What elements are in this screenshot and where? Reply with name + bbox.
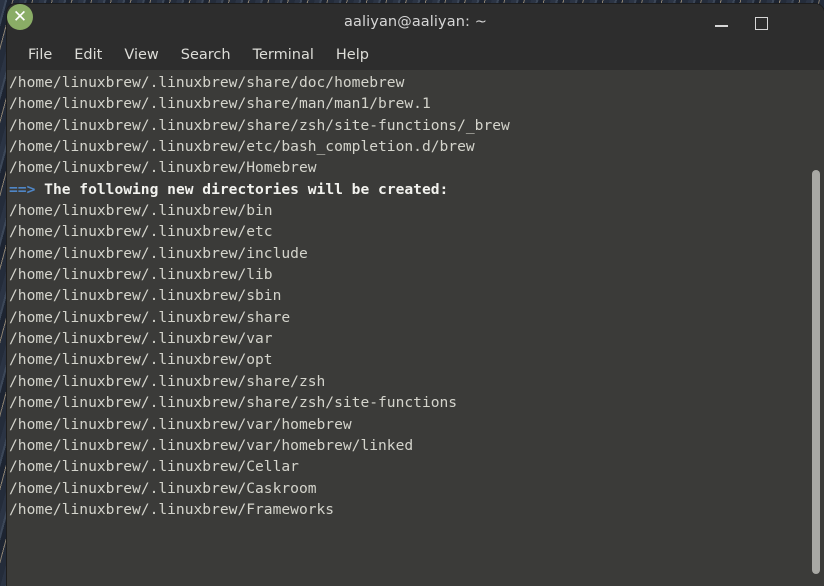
arrow-marker-icon: ==>: [9, 180, 45, 198]
terminal-line: /home/linuxbrew/.linuxbrew/sbin: [9, 287, 282, 305]
menu-item-file[interactable]: File: [17, 45, 63, 65]
terminal-line: /home/linuxbrew/.linuxbrew/Homebrew: [9, 159, 317, 177]
terminal-line: /home/linuxbrew/.linuxbrew/include: [9, 244, 308, 262]
terminal-line: /home/linuxbrew/.linuxbrew/share/zsh/sit…: [9, 116, 510, 134]
menu-item-search[interactable]: Search: [170, 45, 242, 65]
terminal-line: /home/linuxbrew/.linuxbrew/share/zsh: [9, 372, 326, 390]
terminal-line: /home/linuxbrew/.linuxbrew/share: [9, 308, 291, 326]
minimize-button[interactable]: [712, 13, 732, 33]
terminal-line: /home/linuxbrew/.linuxbrew/var/homebrew: [9, 415, 352, 433]
terminal-line: /home/linuxbrew/.linuxbrew/Cellar: [9, 458, 299, 476]
scrollbar-thumb[interactable]: [812, 170, 820, 574]
terminal-line: /home/linuxbrew/.linuxbrew/Frameworks: [9, 500, 335, 518]
terminal-line: /home/linuxbrew/.linuxbrew/var/homebrew/…: [9, 436, 414, 454]
menu-item-view[interactable]: View: [113, 45, 169, 65]
terminal-window: aaliyan@aaliyan: ~ ✕ File Edit View Sear…: [7, 4, 824, 586]
terminal-line: /home/linuxbrew/.linuxbrew/share/zsh/sit…: [9, 394, 458, 412]
menu-item-help[interactable]: Help: [325, 45, 380, 65]
terminal-line: /home/linuxbrew/.linuxbrew/share/man/man…: [9, 95, 431, 113]
title-bar[interactable]: aaliyan@aaliyan: ~ ✕: [7, 4, 824, 40]
terminal-body[interactable]: /home/linuxbrew/.linuxbrew/share/doc/hom…: [7, 70, 824, 586]
terminal-line: /home/linuxbrew/.linuxbrew/var: [9, 330, 273, 348]
window-title: aaliyan@aaliyan: ~: [344, 14, 487, 30]
terminal-line: /home/linuxbrew/.linuxbrew/bin: [9, 202, 273, 220]
menu-item-terminal[interactable]: Terminal: [242, 45, 325, 65]
terminal-line: /home/linuxbrew/.linuxbrew/share/doc/hom…: [9, 74, 405, 91]
terminal-line: /home/linuxbrew/.linuxbrew/lib: [9, 266, 273, 284]
background-window-left-strip: [0, 0, 7, 586]
terminal-line-heading: The following new directories will be cr…: [44, 180, 449, 198]
menu-bar: File Edit View Search Terminal Help: [7, 40, 824, 70]
desktop-background: aaliyan@aaliyan: ~ ✕ File Edit View Sear…: [0, 0, 824, 586]
maximize-icon: [755, 17, 768, 30]
terminal-line: ==> The following new directories will b…: [7, 179, 802, 200]
scrollbar-track[interactable]: [809, 70, 824, 586]
terminal-line: /home/linuxbrew/.linuxbrew/etc/bash_comp…: [9, 138, 475, 156]
minimize-icon: [715, 25, 728, 27]
menu-item-edit[interactable]: Edit: [63, 45, 113, 65]
terminal-output: /home/linuxbrew/.linuxbrew/share/doc/hom…: [7, 72, 802, 542]
maximize-button[interactable]: [751, 13, 771, 33]
terminal-line: /home/linuxbrew/.linuxbrew/Caskroom: [9, 479, 317, 497]
terminal-line: /home/linuxbrew/.linuxbrew/etc: [9, 223, 273, 241]
terminal-line: /home/linuxbrew/.linuxbrew/opt: [9, 351, 273, 369]
